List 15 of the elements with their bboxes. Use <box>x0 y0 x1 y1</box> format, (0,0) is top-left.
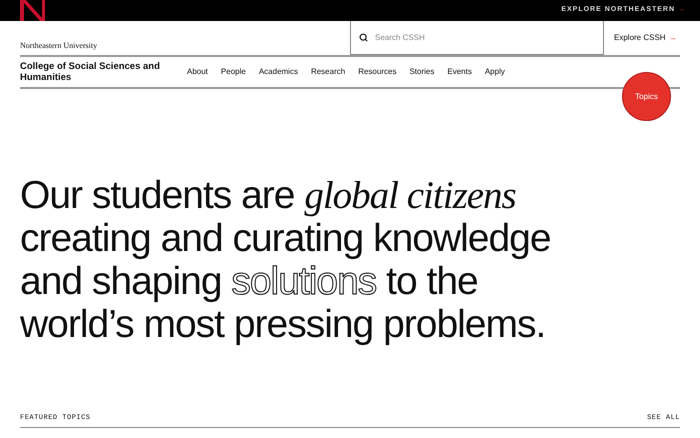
nav-link[interactable]: Stories <box>409 66 434 78</box>
nav-link[interactable]: Academics <box>258 66 298 78</box>
nav-link[interactable]: Apply <box>484 66 505 78</box>
search-icon <box>359 33 368 42</box>
explore-cssh-link[interactable]: Explore CSSH → <box>603 21 680 55</box>
nav-link[interactable]: About <box>187 66 208 78</box>
nav-link[interactable]: Research <box>310 66 346 78</box>
college-name[interactable]: College of Social Sciences and Humanities <box>20 61 187 83</box>
topics-button[interactable]: Topics <box>622 72 671 121</box>
headline: Our students are global citizens creating and curating knowledge and shaping solutions to the world’s most pressing problems. <box>20 174 552 346</box>
nav-link[interactable]: Resources <box>358 66 396 78</box>
nav-link[interactable]: People <box>220 66 246 78</box>
university-name: Northeastern University <box>20 40 98 52</box>
nav-link[interactable]: Events <box>447 66 472 78</box>
search-field[interactable]: Search CSSH <box>375 32 575 44</box>
